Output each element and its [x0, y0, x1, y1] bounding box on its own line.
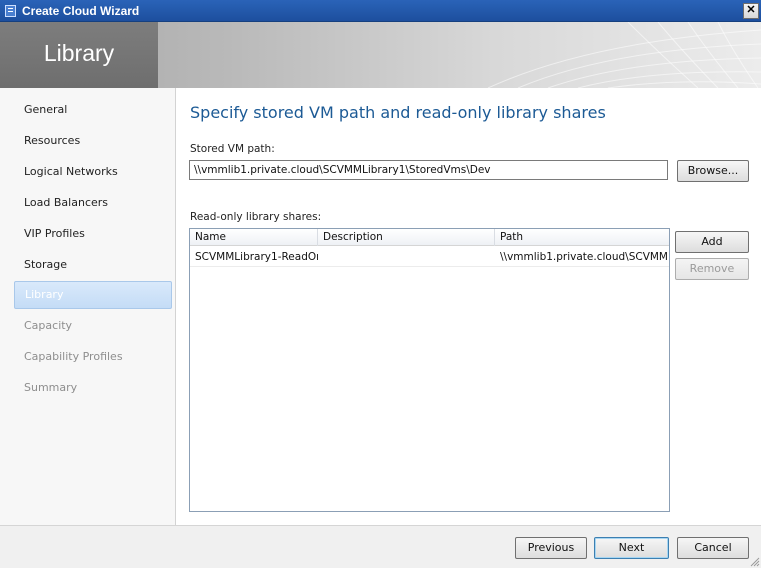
- nav-item-capacity: Capacity: [24, 319, 73, 332]
- banner-title-panel: Library: [0, 22, 158, 88]
- wizard-footer: Previous Next Cancel: [0, 525, 761, 568]
- nav-item-storage[interactable]: Storage: [14, 251, 172, 279]
- add-button[interactable]: Add: [675, 231, 749, 253]
- stored-vm-path-label: Stored VM path:: [190, 143, 275, 155]
- column-header-description[interactable]: Description: [318, 229, 495, 246]
- nav-item-load-balancers[interactable]: Load Balancers: [14, 189, 172, 217]
- column-header-path[interactable]: Path: [495, 229, 669, 246]
- previous-button[interactable]: Previous: [515, 537, 587, 559]
- wizard-window-icon: [5, 5, 16, 17]
- wizard-steps-sidebar: General Resources Logical Networks Load …: [0, 88, 176, 525]
- page-heading: Specify stored VM path and read-only lib…: [190, 103, 606, 122]
- banner-title: Library: [43, 40, 115, 66]
- cancel-button[interactable]: Cancel: [677, 537, 749, 559]
- table-row[interactable]: SCVMMLibrary1-ReadOnly \\vmmlib1.private…: [190, 247, 669, 267]
- nav-item-library[interactable]: Library: [14, 281, 172, 309]
- close-button[interactable]: ✕: [743, 3, 759, 19]
- resize-grip-icon[interactable]: [750, 557, 760, 567]
- nav-item-vip-profiles[interactable]: VIP Profiles: [14, 220, 172, 248]
- next-button[interactable]: Next: [594, 537, 669, 559]
- nav-item-logical-networks[interactable]: Logical Networks: [14, 158, 172, 186]
- nav-item-summary: Summary: [24, 381, 78, 394]
- window-title: Create Cloud Wizard: [22, 4, 140, 18]
- stored-vm-path-input[interactable]: [189, 160, 668, 180]
- nav-item-resources[interactable]: Resources: [14, 127, 172, 155]
- read-only-shares-label: Read-only library shares:: [190, 211, 322, 223]
- nav-item-general[interactable]: General: [14, 96, 172, 124]
- cell-path: \\vmmlib1.private.cloud\SCVMM...: [500, 251, 669, 263]
- remove-button: Remove: [675, 258, 749, 280]
- read-only-shares-table: Name Description Path SCVMMLibrary1-Read…: [189, 228, 670, 512]
- browse-button[interactable]: Browse...: [677, 160, 749, 182]
- column-header-name[interactable]: Name: [190, 229, 318, 246]
- nav-item-capability-profiles: Capability Profiles: [24, 350, 123, 363]
- wizard-banner: Library: [0, 22, 761, 88]
- cell-description: [318, 247, 495, 267]
- cell-name: SCVMMLibrary1-ReadOnly: [195, 251, 318, 263]
- title-bar: Create Cloud Wizard ✕: [0, 0, 761, 22]
- banner-decoration-graphic: [487, 22, 761, 88]
- table-header: Name Description Path: [190, 229, 669, 246]
